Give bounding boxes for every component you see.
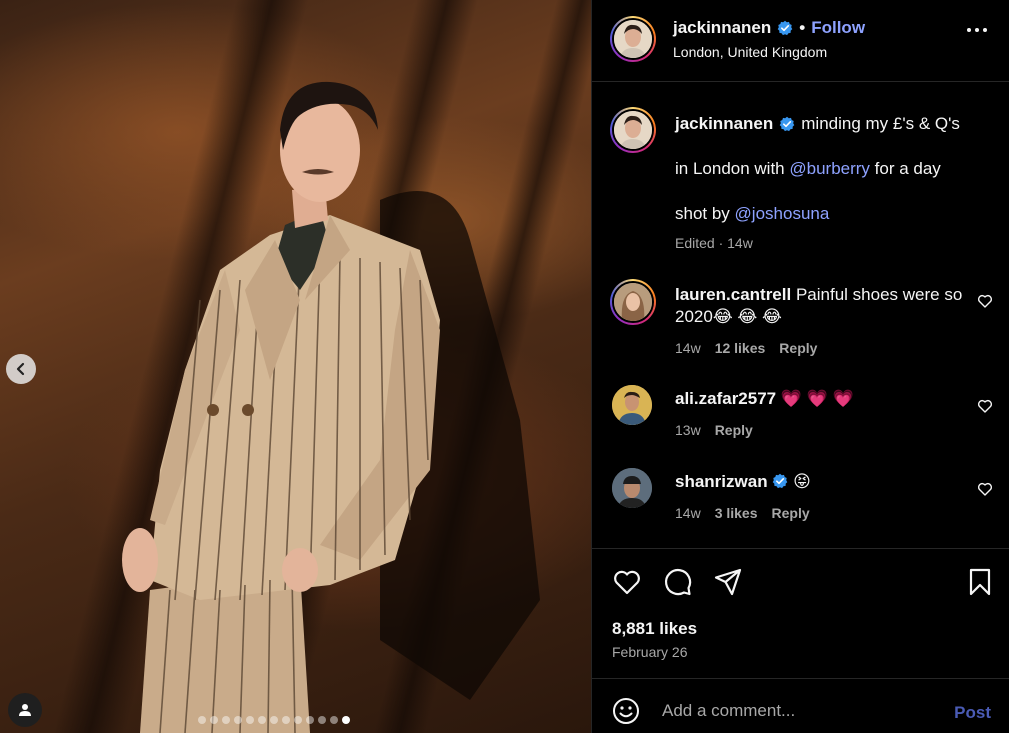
comment-input[interactable] <box>662 701 942 721</box>
comment-body: lauren.cantrell Painful shoes were so 20… <box>675 284 975 328</box>
comments-section: jackinnanen minding my £'s & Q's in Lond… <box>592 83 1009 548</box>
carousel-prev-button[interactable] <box>6 354 36 384</box>
post-header: jackinnanen • Follow London, United King… <box>592 0 1009 82</box>
carousel-dot <box>282 716 290 724</box>
caption-first-line: jackinnanen minding my £'s & Q's <box>675 114 960 134</box>
mention-link[interactable]: @burberry <box>789 159 870 178</box>
post-actions: 8,881 likes February 26 <box>592 548 1009 678</box>
carousel-dot <box>198 716 206 724</box>
carousel-dot <box>318 716 326 724</box>
comment-meta: 14w 12 likes Reply <box>675 340 817 356</box>
avatar-image <box>614 111 652 149</box>
mention-link[interactable]: @joshosuna <box>735 204 830 223</box>
comment-text: 😝 <box>793 472 811 491</box>
reply-button[interactable]: Reply <box>772 505 810 521</box>
emoji-icon[interactable] <box>612 697 640 725</box>
carousel-dot <box>270 716 278 724</box>
carousel-dot <box>258 716 266 724</box>
bookmark-icon[interactable] <box>965 567 995 597</box>
user-tag-icon <box>19 704 31 716</box>
comment-text: Painful shoes were so <box>795 285 963 304</box>
comment-meta: 14w 3 likes Reply <box>675 505 810 521</box>
post-details-panel: jackinnanen • Follow London, United King… <box>591 0 1009 733</box>
carousel-dot <box>330 716 338 724</box>
comment-time[interactable]: 14w <box>675 505 701 521</box>
commenter-avatar[interactable] <box>612 385 652 425</box>
caption-text: in London with <box>675 159 790 178</box>
post-location[interactable]: London, United Kingdom <box>673 44 827 60</box>
author-avatar[interactable] <box>610 16 656 62</box>
caption-text-line3: shot by @joshosuna <box>675 204 829 224</box>
verified-badge-icon <box>773 473 788 489</box>
reply-button[interactable]: Reply <box>779 340 817 356</box>
comment-body: shanrizwan 😝 <box>675 471 975 493</box>
post-comment-button[interactable]: Post <box>954 703 991 723</box>
caption-author-avatar[interactable] <box>610 107 656 153</box>
follow-button[interactable]: Follow <box>811 18 865 38</box>
comment-body: ali.zafar2577 💗 💗 💗 <box>675 388 975 410</box>
author-username[interactable]: jackinnanen <box>673 18 771 38</box>
carousel-dot <box>234 716 242 724</box>
caption-text: shot by <box>675 204 735 223</box>
comment-like-heart-icon[interactable] <box>977 293 993 309</box>
caption-text-line2: in London with @burberry for a day <box>675 159 941 179</box>
carousel-dot <box>222 716 230 724</box>
avatar-image <box>612 385 652 425</box>
verified-badge-icon <box>777 20 793 36</box>
comment-time[interactable]: 13w <box>675 422 701 438</box>
carousel-dot <box>210 716 218 724</box>
post-photo-subject <box>122 81 540 733</box>
comment-icon[interactable] <box>663 567 693 597</box>
author-username-row: jackinnanen • Follow <box>673 18 865 38</box>
caption-username[interactable]: jackinnanen <box>675 114 773 134</box>
avatar-image <box>612 468 652 508</box>
commenter-avatar[interactable] <box>612 468 652 508</box>
comment-text: 2020😂 😂 😂 <box>675 307 782 326</box>
separator-dot: • <box>799 18 806 37</box>
tagged-users-button[interactable] <box>8 693 42 727</box>
comment-meta: 13w Reply <box>675 422 753 438</box>
heart-icon[interactable] <box>612 567 642 597</box>
comment-username[interactable]: lauren.cantrell <box>675 285 791 304</box>
caption-text-line1: minding my £'s & Q's <box>801 114 960 133</box>
comment-composer: Post <box>592 678 1009 733</box>
post-media <box>0 0 591 733</box>
post-date: February 26 <box>612 644 688 660</box>
avatar-image <box>614 20 652 58</box>
comment-username[interactable]: ali.zafar2577 <box>675 389 776 408</box>
comment-like-heart-icon[interactable] <box>977 398 993 414</box>
comment-likes[interactable]: 3 likes <box>715 505 758 521</box>
more-options-icon[interactable] <box>967 28 987 32</box>
carousel-dot <box>342 716 350 724</box>
carousel-indicator <box>198 716 350 724</box>
caption-text: for a day <box>869 159 941 178</box>
comment-username[interactable]: shanrizwan <box>675 472 768 491</box>
likes-count[interactable]: 8,881 likes <box>612 619 697 639</box>
verified-badge-icon <box>779 116 795 132</box>
avatar-image <box>614 283 652 321</box>
carousel-dot <box>294 716 302 724</box>
caption-edited-time: Edited · 14w <box>675 235 753 251</box>
carousel-dot <box>306 716 314 724</box>
share-icon[interactable] <box>713 567 743 597</box>
comment-text: 💗 💗 💗 <box>780 389 854 408</box>
chevron-left-icon <box>16 362 25 376</box>
comment-likes[interactable]: 12 likes <box>715 340 766 356</box>
commenter-avatar[interactable] <box>610 279 656 325</box>
carousel-dot <box>246 716 254 724</box>
comment-like-heart-icon[interactable] <box>977 481 993 497</box>
comment-time[interactable]: 14w <box>675 340 701 356</box>
reply-button[interactable]: Reply <box>715 422 753 438</box>
